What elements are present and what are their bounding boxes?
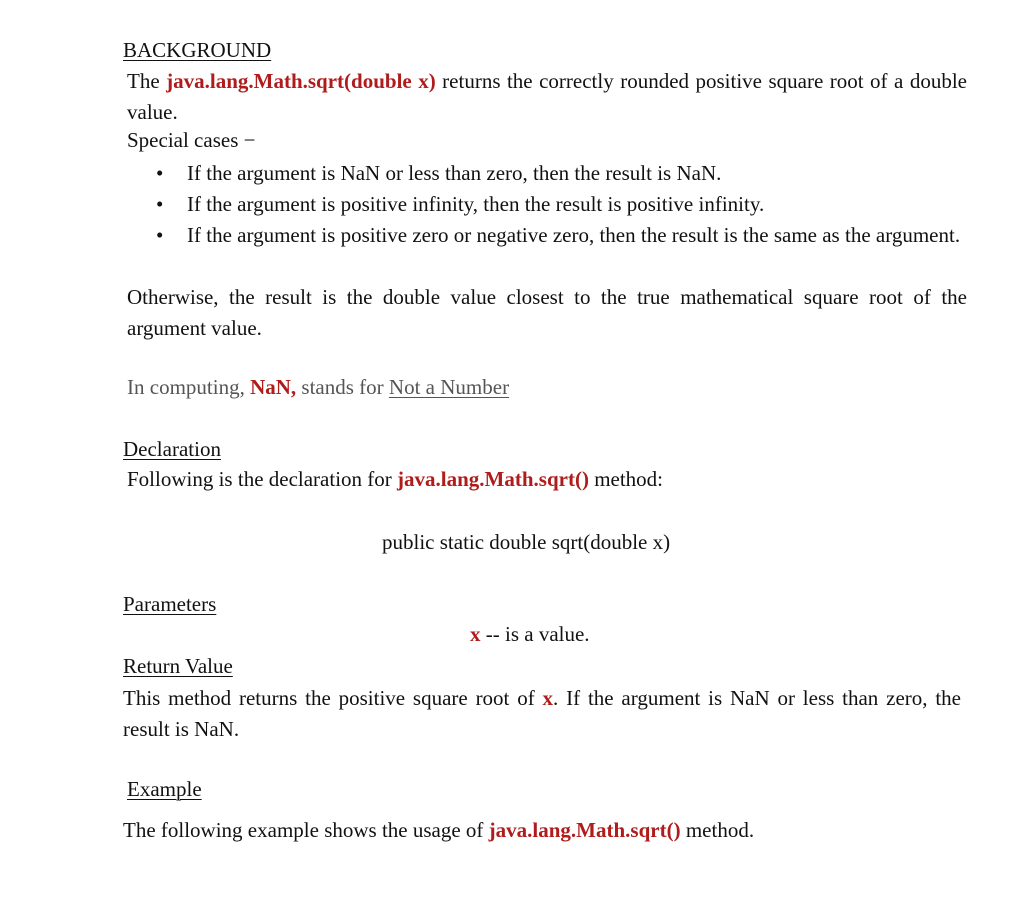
- example-prefix: The following example shows the usage of: [123, 818, 489, 842]
- method-signature: public static double sqrt(double x): [382, 530, 671, 554]
- method-name-highlight: java.lang.Math.sqrt(): [488, 818, 681, 842]
- nan-middle: stands for: [296, 375, 389, 399]
- method-name-highlight: java.lang.Math.sqrt(double x): [166, 69, 436, 93]
- example-suffix: method.: [680, 818, 755, 842]
- example-heading: Example: [127, 777, 202, 801]
- parameter-entry: x -- is a value.: [470, 622, 590, 647]
- declaration-prefix: Following is the declaration for: [127, 467, 398, 491]
- return-value-heading: Return Value: [123, 654, 233, 678]
- parameter-description: -- is a value.: [480, 622, 590, 646]
- special-cases-label: Special cases −: [127, 128, 256, 152]
- parameters-heading: Parameters: [123, 592, 217, 616]
- declaration-heading: Declaration: [123, 437, 221, 461]
- special-case-item: If the argument is NaN or less than zero…: [150, 158, 965, 189]
- declaration-suffix: method:: [588, 467, 664, 491]
- special-cases-list: If the argument is NaN or less than zero…: [150, 158, 965, 251]
- intro-prefix: The: [127, 69, 167, 93]
- nan-prefix: In computing,: [127, 375, 251, 399]
- return-prefix: This method returns the positive square …: [123, 686, 543, 710]
- nan-term: NaN,: [250, 375, 297, 399]
- method-name-highlight: java.lang.Math.sqrt(): [397, 467, 589, 491]
- background-intro: The java.lang.Math.sqrt(double x) return…: [127, 66, 967, 128]
- example-text: The following example shows the usage of…: [123, 818, 754, 843]
- special-case-item: If the argument is positive zero or nega…: [150, 220, 965, 251]
- nan-note: In computing, NaN, stands for Not a Numb…: [127, 375, 509, 400]
- otherwise-paragraph: Otherwise, the result is the double valu…: [127, 285, 967, 340]
- return-variable: x: [542, 686, 554, 710]
- declaration-text: Following is the declaration for java.la…: [127, 467, 663, 492]
- parameter-name: x: [470, 622, 481, 646]
- background-heading: BACKGROUND: [123, 38, 272, 62]
- special-case-item: If the argument is positive infinity, th…: [150, 189, 965, 220]
- return-value-text: This method returns the positive square …: [123, 683, 961, 745]
- nan-expansion-link[interactable]: Not a Number: [389, 375, 509, 399]
